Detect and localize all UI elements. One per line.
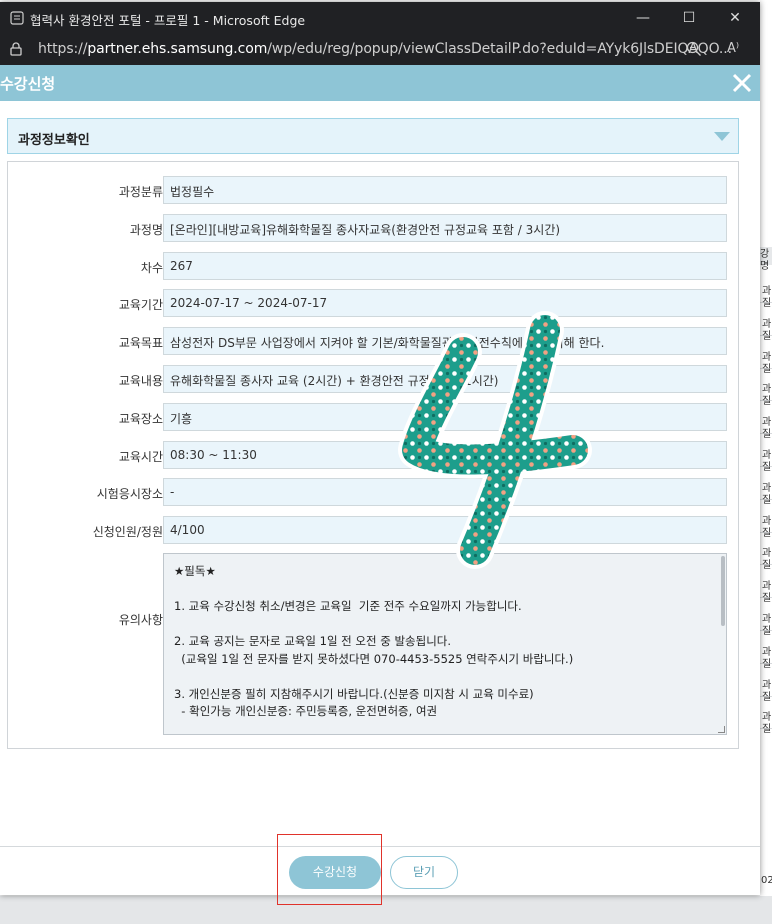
read-aloud-icon[interactable]: A⁾	[727, 41, 739, 56]
field-label: 차수	[140, 260, 163, 275]
field-label: 교육목표	[118, 336, 163, 351]
background-row-text: 과질	[762, 318, 772, 342]
apply-button[interactable]: 수강신청	[289, 856, 381, 889]
background-row-text: 과질	[762, 384, 772, 408]
url-path: /wp/edu/reg/popup/viewClassDetailP.do?ed…	[267, 41, 732, 57]
notice-textarea[interactable]: ★필독★ 1. 교육 수강신청 취소/변경은 교육일 기준 전주 수요일까지 가능…	[163, 553, 727, 735]
form-row: 신청인원/정원 4/100	[8, 516, 738, 545]
background-row-text: 과질	[762, 417, 772, 441]
notice-line	[174, 581, 714, 599]
title-bar: 협력사 환경안전 포털 - 프로필 1 - Microsoft Edge — ☐…	[0, 2, 760, 34]
field-value: -	[163, 478, 727, 507]
window-title: 협력사 환경안전 포털 - 프로필 1 - Microsoft Edge	[30, 13, 306, 28]
field-value: [온라인][내방교육]유해화학물질 종사자교육(환경안전 규정교육 포함 / 3…	[163, 213, 727, 242]
popup-header: 수강신청	[0, 65, 760, 101]
background-table-header-text: 강명	[760, 249, 770, 272]
resize-handle-icon[interactable]	[718, 726, 725, 733]
background-row-text: 과질	[762, 679, 772, 703]
field-value: 2024-07-17 ~ 2024-07-17	[163, 289, 727, 318]
form-row: 시험응시장소 -	[8, 478, 738, 507]
background-row-text: 과질	[762, 450, 772, 473]
field-value: 유해화학물질 종사자 교육 (2시간) + 환경안전 규정 교육 (1시간)	[163, 365, 727, 393]
field-label: 교육기간	[118, 298, 163, 313]
notice-scrollbar[interactable]	[720, 554, 726, 734]
notice-line	[174, 616, 714, 634]
notice-text: ★필독★ 1. 교육 수강신청 취소/변경은 교육일 기준 전주 수요일까지 가능…	[174, 563, 714, 721]
field-value: 삼성전자 DS부문 사업장에서 지켜야 할 기본/화학물질관련 안전수칙에 대해…	[163, 327, 727, 356]
field-label: 시험응시장소	[96, 487, 163, 502]
background-row-text: 과질	[762, 646, 772, 670]
background-row-text: 과질	[762, 712, 772, 736]
notice-scroll-thumb[interactable]	[721, 556, 725, 626]
form-row: 교육장소 기흥	[8, 402, 738, 431]
field-value: 267	[163, 251, 727, 280]
field-label: 과정명	[129, 222, 163, 237]
form-row: 과정분류 법정필수	[8, 176, 738, 204]
notice-line: - 확인가능 개인신분증: 주민등록증, 운전면허증, 여권	[174, 704, 438, 718]
url-host: partner.ehs.samsung.com	[87, 41, 268, 57]
section-header[interactable]: 과정정보확인	[7, 118, 739, 154]
form-row: 교육목표 삼성전자 DS부문 사업장에서 지켜야 할 기본/화학물질관련 안전수칙…	[8, 327, 738, 356]
close-button[interactable]: 닫기	[390, 856, 458, 889]
field-value: 기흥	[163, 402, 727, 431]
background-row-text: 과질	[762, 286, 772, 309]
field-value: 4/100	[163, 516, 727, 545]
address-bar[interactable]: https://partner.ehs.samsung.com/wp/edu/r…	[0, 34, 760, 65]
background-row-text: 과질	[762, 515, 772, 539]
form-row: 교육내용 유해화학물질 종사자 교육 (2시간) + 환경안전 규정 교육 (1시…	[8, 365, 738, 393]
notice-line: 2. 교육 공지는 문자로 교육일 1일 전 오전 중 발송됩니다.	[174, 634, 452, 648]
browser-window: 협력사 환경안전 포털 - 프로필 1 - Microsoft Edge — ☐…	[0, 2, 760, 895]
background-row-text: 과질	[762, 548, 772, 572]
background-row-text: 과질	[762, 614, 772, 637]
notice-line	[174, 668, 714, 686]
zoom-out-icon[interactable]	[686, 41, 702, 57]
url-text[interactable]: https://partner.ehs.samsung.com/wp/edu/r…	[38, 41, 732, 57]
maximize-button[interactable]: ☐	[666, 2, 712, 34]
background-row-text: 과질	[762, 581, 772, 605]
field-value: 08:30 ~ 11:30	[163, 440, 727, 469]
url-prefix: https://	[38, 41, 88, 57]
notice-label: 유의사항	[118, 613, 163, 627]
field-label: 교육시간	[118, 449, 163, 464]
notice-line: 1. 교육 수강신청 취소/변경은 교육일 기준 전주 수요일까지 가능합니다.	[174, 599, 522, 613]
lock-icon	[10, 42, 22, 56]
window-close-button[interactable]: ✕	[712, 2, 758, 34]
form-row: 교육시간 08:30 ~ 11:30	[8, 440, 738, 469]
app-icon	[10, 11, 24, 25]
form-row: 과정명 [온라인][내방교육]유해화학물질 종사자교육(환경안전 규정교육 포함 …	[8, 213, 738, 242]
chevron-down-icon[interactable]	[714, 132, 730, 141]
field-label: 교육장소	[118, 411, 163, 426]
background-row-text: 과질	[762, 482, 772, 506]
notice-line: (교육일 1일 전 문자를 받지 못하셨다면 070-4453-5525 연락주…	[174, 651, 574, 666]
footer-divider	[0, 846, 760, 847]
section-title: 과정정보확인	[18, 133, 90, 148]
notice-line: 3. 개인신분증 필히 지참해주시기 바랍니다.(신분증 미지참 시 교육 미수…	[174, 686, 534, 701]
background-row-text: 과질	[762, 351, 772, 375]
background-bottom-text: 02	[761, 875, 772, 886]
popup-close-icon[interactable]	[729, 69, 755, 97]
popup-title: 수강신청	[0, 75, 56, 93]
field-value: 법정필수	[163, 176, 727, 204]
notice-line: ★필독★	[174, 564, 216, 578]
field-label: 교육내용	[118, 374, 163, 388]
background-table-header: 강명	[758, 247, 772, 272]
course-info-form: 과정분류 법정필수과정명 [온라인][내방교육]유해화학물질 종사자교육(환경안전 …	[7, 161, 739, 749]
form-row: 교육기간 2024-07-17 ~ 2024-07-17	[8, 289, 738, 318]
form-row: 차수 267	[8, 251, 738, 280]
field-label: 신청인원/정원	[92, 525, 163, 540]
minimize-button[interactable]: —	[620, 2, 666, 34]
field-label: 과정분류	[118, 185, 163, 199]
background-bottom-bar: 02	[0, 875, 772, 924]
